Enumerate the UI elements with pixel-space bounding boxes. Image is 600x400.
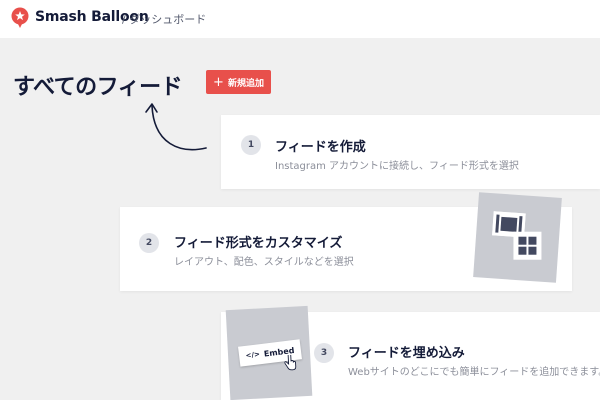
top-bar: Smash Balloon / ダッシュボード (0, 0, 600, 38)
step-number-badge: 3 (314, 343, 334, 363)
step-number-badge: 1 (241, 135, 261, 155)
grid-icon (513, 231, 542, 260)
step-description: レイアウト、配色、スタイルなどを選択 (174, 257, 354, 268)
add-new-button[interactable]: + 新規追加 (206, 70, 271, 94)
step-title: フィードを作成 (275, 140, 366, 155)
step-description: Webサイトのどこにでも簡単にフィードを追加できます。 (348, 367, 600, 378)
code-icon: </> (245, 350, 261, 360)
balloon-logo-icon (11, 7, 29, 28)
plus-icon: + (213, 74, 224, 90)
embed-illustration: </> Embed (225, 305, 313, 400)
step-card-create[interactable]: 1 フィードを作成 Instagram アカウントに接続し、フィード形式を選択 (221, 115, 600, 189)
customize-illustration (473, 192, 562, 283)
step-description: Instagram アカウントに接続し、フィード形式を選択 (275, 161, 519, 172)
step-number-badge: 2 (139, 233, 159, 253)
curved-arrow-icon (145, 103, 207, 151)
step-title: フィードを埋め込み (348, 346, 465, 361)
add-new-label: 新規追加 (227, 78, 264, 89)
step-title: フィード形式をカスタマイズ (174, 236, 343, 251)
breadcrumb[interactable]: / ダッシュボード (122, 11, 206, 27)
page-title: すべてのフィード (13, 75, 183, 100)
hand-cursor-icon (284, 354, 297, 371)
